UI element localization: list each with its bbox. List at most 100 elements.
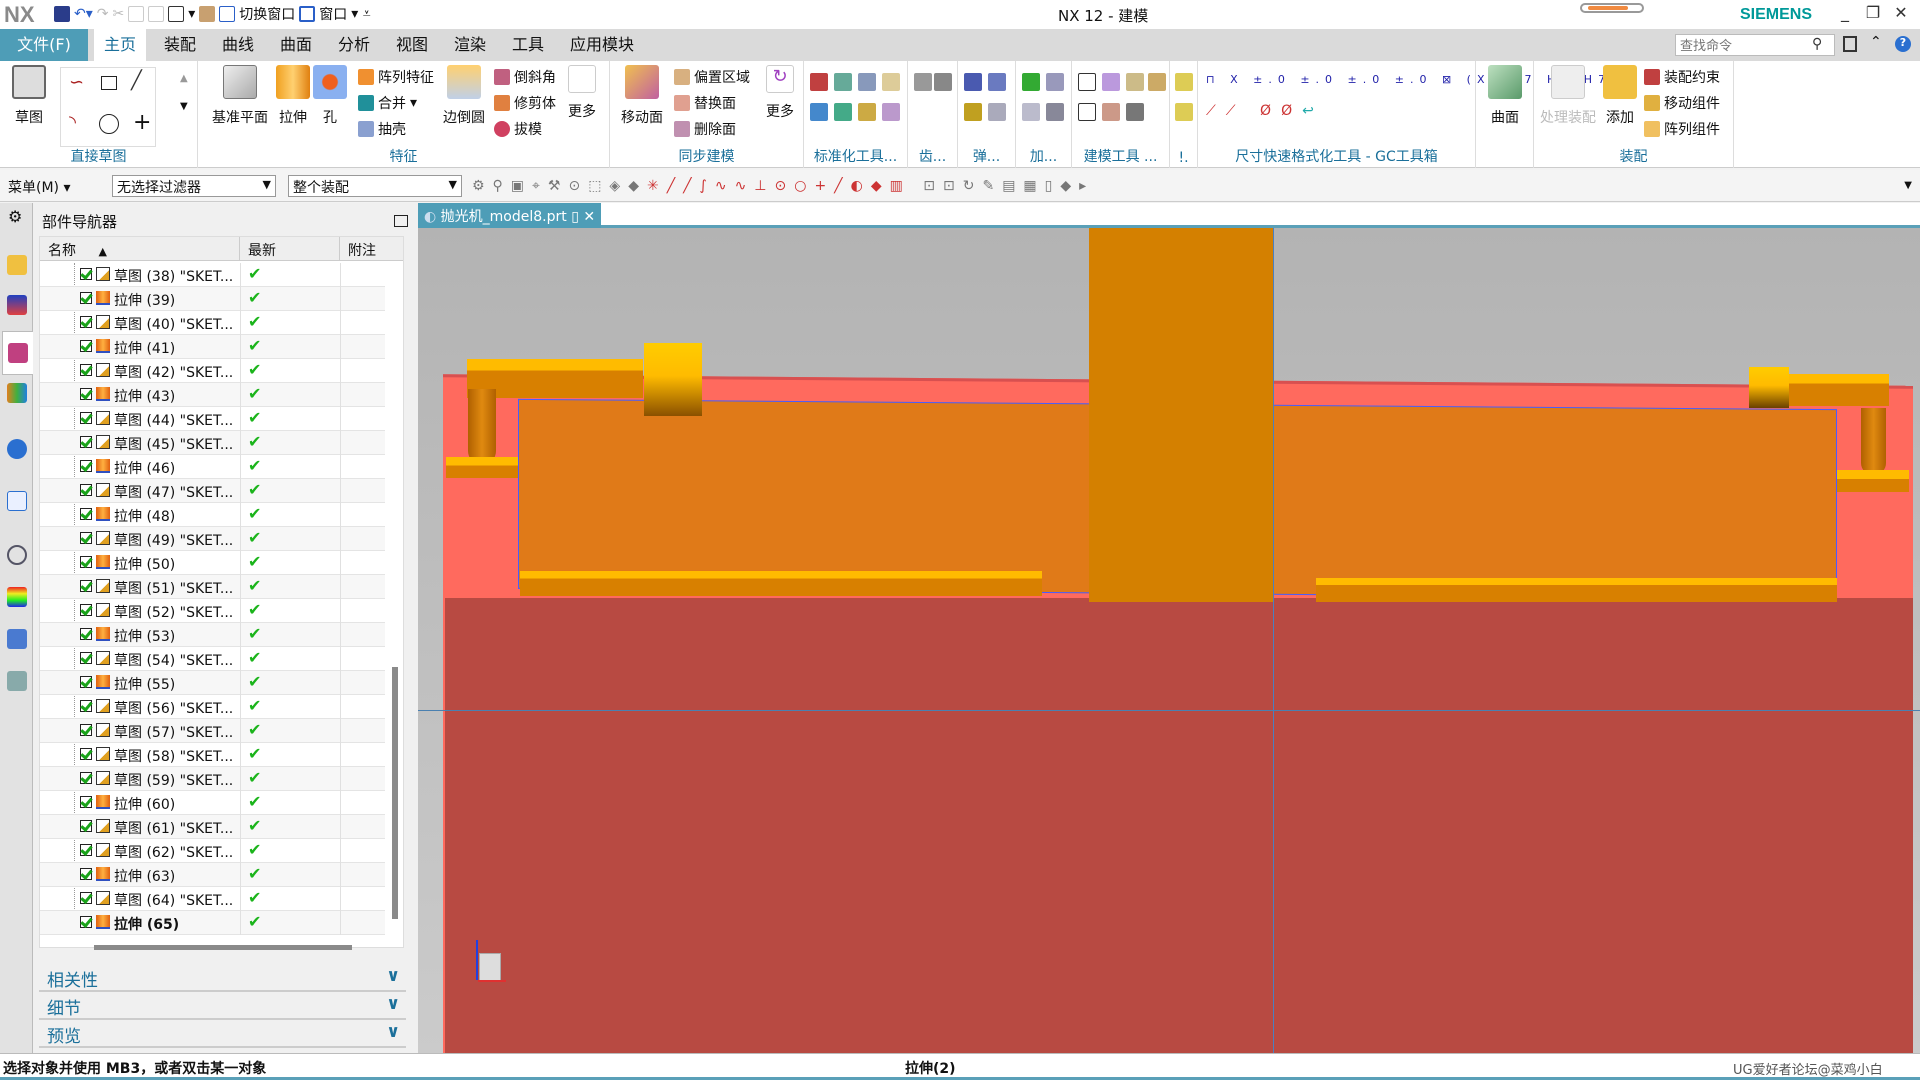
extrude-button[interactable]: 拉伸 (270, 65, 316, 127)
touch-mode-icon[interactable] (168, 6, 185, 22)
draft-button[interactable]: 拔模 (494, 119, 542, 139)
edge-blend-button[interactable]: 边倒圆 (438, 65, 490, 127)
command-search-input[interactable] (1675, 34, 1835, 56)
move-face-button[interactable]: 移动面 (614, 65, 670, 127)
tree-row[interactable]: 拉伸 (41) ✔ (40, 335, 385, 359)
column-header-name[interactable]: 名称 ▲ (40, 237, 240, 261)
gallery-scroll-down[interactable]: ▼ (180, 101, 188, 112)
diameter-format-icons[interactable]: ⟋⟋ ØØ↩ (1206, 103, 1324, 119)
replace-face-button[interactable]: 替换面 (674, 93, 736, 113)
tree-row[interactable]: 拉伸 (48) ✔ (40, 503, 385, 527)
rectangle-icon[interactable] (101, 76, 117, 90)
visibility-checkbox[interactable] (80, 484, 92, 496)
surface-button[interactable]: 曲面 (1478, 65, 1532, 127)
group-label[interactable]: !. (1170, 150, 1197, 166)
horizontal-scrollbar[interactable] (94, 945, 352, 950)
part-navigator-tab[interactable] (2, 331, 34, 375)
help-icon[interactable]: ? (1895, 36, 1911, 52)
line-icon[interactable]: ╱ (131, 70, 142, 91)
sync-more-button[interactable]: ↻ 更多 (760, 65, 800, 121)
tab-surface[interactable]: 曲面 (270, 29, 322, 61)
hd3d-tools-icon[interactable] (7, 439, 27, 459)
reuse-library-icon[interactable] (7, 383, 27, 403)
visibility-checkbox[interactable] (80, 652, 92, 664)
visibility-checkbox[interactable] (80, 820, 92, 832)
datum-plane-button[interactable]: 基准平面 (208, 65, 272, 127)
selection-tool-icons[interactable]: ⚙⚲▣⌖⚒⊙⬚◈◆✳╱╱∫∿∿⊥⊙○+╱◐◆▥ ⊡⊡↻✎▤▦▯◆▸ (472, 178, 1094, 194)
visibility-checkbox[interactable] (80, 868, 92, 880)
tree-row[interactable]: 草图 (44) "SKET... ✔ (40, 407, 385, 431)
visibility-checkbox[interactable] (80, 676, 92, 688)
close-tab-icon[interactable]: ✕ (583, 209, 595, 225)
tree-row[interactable]: 拉伸 (53) ✔ (40, 623, 385, 647)
visibility-checkbox[interactable] (80, 892, 92, 904)
delete-face-button[interactable]: 删除面 (674, 119, 736, 139)
tree-row[interactable]: 草图 (54) "SKET... ✔ (40, 647, 385, 671)
tree-row[interactable]: 拉伸 (55) ✔ (40, 671, 385, 695)
role-icon[interactable] (7, 629, 27, 649)
window-dropdown-icon[interactable]: ▾ ⩡ (351, 6, 370, 22)
maximize-navigator-icon[interactable] (394, 215, 408, 227)
visibility-checkbox[interactable] (80, 604, 92, 616)
sketch-button[interactable]: 草图 (2, 65, 56, 127)
visibility-checkbox[interactable] (80, 580, 92, 592)
repeat-command-icon[interactable] (199, 6, 216, 22)
history-icon[interactable] (7, 545, 27, 565)
unite-button[interactable]: 合并 ▾ (358, 93, 417, 113)
menu-button[interactable]: 菜单(M) ▾ (8, 177, 71, 197)
visibility-checkbox[interactable] (80, 460, 92, 472)
save-icon[interactable] (54, 6, 70, 22)
assembly-navigator-icon[interactable] (7, 255, 27, 275)
arc-icon[interactable]: ◝ (69, 112, 76, 133)
redo-icon[interactable]: ↷ (97, 6, 109, 22)
tree-row[interactable]: 草图 (42) "SKET... ✔ (40, 359, 385, 383)
group-label[interactable]: 齿... (908, 146, 957, 166)
toolbar-overflow-icon[interactable]: ▼ (1904, 180, 1912, 191)
assembly-constraints-button[interactable]: 装配约束 (1644, 67, 1720, 87)
group-label[interactable]: 标准化工具... (804, 146, 907, 166)
tree-row[interactable]: 草图 (56) "SKET... ✔ (40, 695, 385, 719)
circle-icon[interactable] (99, 114, 119, 134)
web-browser-icon[interactable] (7, 491, 27, 511)
tree-row[interactable]: 拉伸 (46) ✔ (40, 455, 385, 479)
minimize-button[interactable]: _ (1832, 3, 1858, 22)
tree-row[interactable]: 拉伸 (39) ✔ (40, 287, 385, 311)
visibility-checkbox[interactable] (80, 340, 92, 352)
paste-icon[interactable] (148, 6, 165, 22)
tree-row[interactable]: 拉伸 (50) ✔ (40, 551, 385, 575)
visibility-checkbox[interactable] (80, 268, 92, 280)
visibility-checkbox[interactable] (80, 628, 92, 640)
tree-row[interactable]: 草图 (45) "SKET... ✔ (40, 431, 385, 455)
visibility-checkbox[interactable] (80, 556, 92, 568)
selection-scope-select[interactable]: 整个装配 ▼ (288, 175, 462, 197)
visibility-checkbox[interactable] (80, 724, 92, 736)
tab-render[interactable]: 渲染 (444, 29, 496, 61)
visibility-checkbox[interactable] (80, 844, 92, 856)
column-header-comment[interactable]: 附注 (340, 237, 403, 261)
visibility-checkbox[interactable] (80, 436, 92, 448)
close-button[interactable]: ✕ (1888, 3, 1914, 22)
section-dependencies[interactable]: 相关性 ∨ (39, 966, 406, 992)
tree-row[interactable]: 草图 (38) "SKET... ✔ (40, 263, 385, 287)
tree-row[interactable]: 草图 (61) "SKET... ✔ (40, 815, 385, 839)
visibility-checkbox[interactable] (80, 412, 92, 424)
tab-applications[interactable]: 应用模块 (560, 29, 644, 61)
constraint-navigator-icon[interactable] (7, 295, 27, 315)
process-assembly-button[interactable]: 处理装配 (1536, 65, 1600, 127)
vertical-scrollbar[interactable] (392, 667, 398, 919)
tab-curve[interactable]: 曲线 (212, 29, 264, 61)
type-filter-select[interactable]: 无选择过滤器 ▼ (112, 175, 276, 197)
hole-button[interactable]: 孔 (312, 65, 348, 127)
visualization-icon[interactable] (7, 587, 27, 607)
switch-window-button[interactable]: 切换窗口 (239, 4, 295, 24)
copy-icon[interactable] (128, 6, 145, 22)
cut-icon[interactable]: ✂ (113, 6, 125, 22)
tree-row[interactable]: 拉伸 (63) ✔ (40, 863, 385, 887)
visibility-checkbox[interactable] (80, 916, 92, 928)
visibility-checkbox[interactable] (80, 772, 92, 784)
offset-region-button[interactable]: 偏置区域 (674, 67, 750, 87)
move-component-button[interactable]: 移动组件 (1644, 93, 1720, 113)
group-label[interactable]: 加... (1016, 146, 1071, 166)
tree-row[interactable]: 草图 (52) "SKET... ✔ (40, 599, 385, 623)
visibility-checkbox[interactable] (80, 796, 92, 808)
